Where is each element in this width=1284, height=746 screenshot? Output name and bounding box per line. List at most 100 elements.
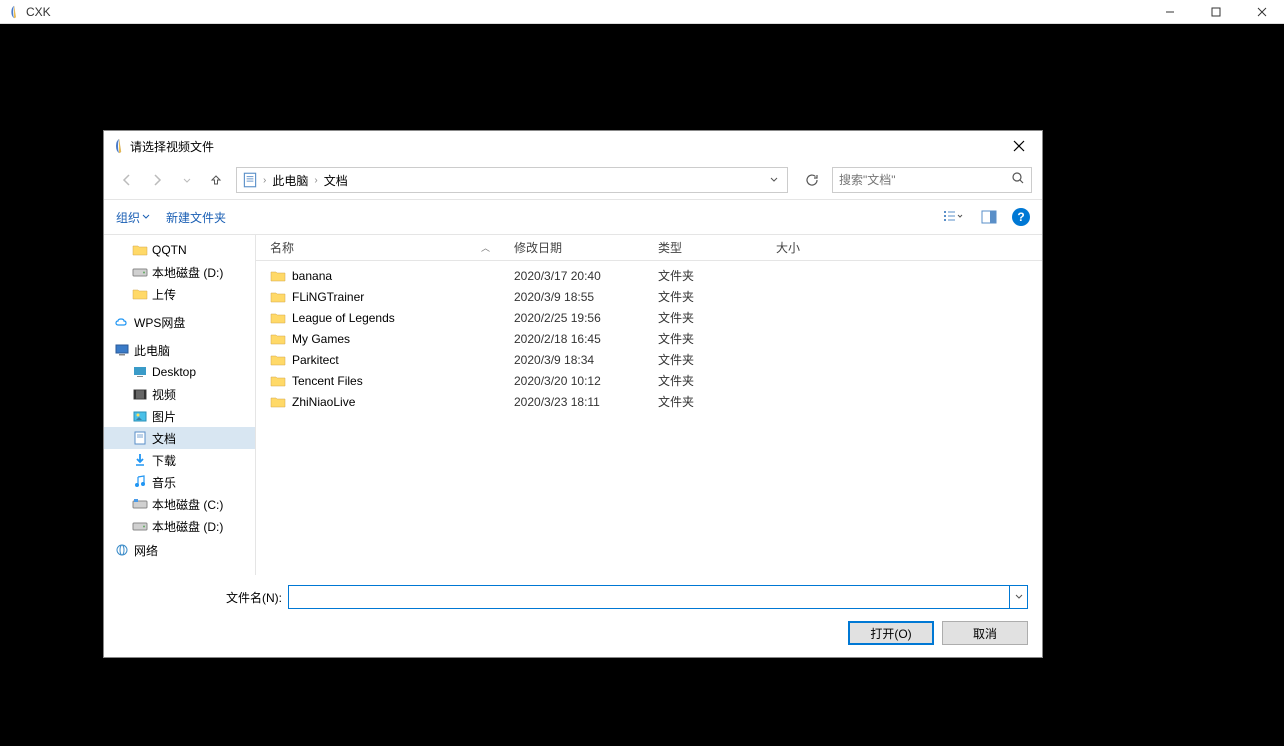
sidebar-item-desktop[interactable]: Desktop xyxy=(104,361,255,383)
breadcrumb-item[interactable]: 文档 xyxy=(320,170,352,191)
file-type: 文件夹 xyxy=(658,309,776,326)
file-type: 文件夹 xyxy=(658,267,776,284)
sidebar-item-music[interactable]: 音乐 xyxy=(104,471,255,493)
refresh-button[interactable] xyxy=(796,167,828,193)
folder-icon xyxy=(270,394,286,410)
app-title: CXK xyxy=(26,5,1156,19)
file-row[interactable]: League of Legends2020/2/25 19:56文件夹 xyxy=(256,307,1042,328)
file-row[interactable]: ZhiNiaoLive2020/3/23 18:11文件夹 xyxy=(256,391,1042,412)
search-icon[interactable] xyxy=(1011,171,1025,190)
file-row[interactable]: Tencent Files2020/3/20 10:12文件夹 xyxy=(256,370,1042,391)
folder-icon xyxy=(132,242,148,258)
folder-icon xyxy=(132,286,148,302)
chevron-right-icon: › xyxy=(314,175,317,186)
search-input[interactable] xyxy=(839,173,1011,187)
view-mode-button[interactable] xyxy=(940,205,966,229)
sidebar-item[interactable]: QQTN xyxy=(104,239,255,261)
dialog-icon xyxy=(112,138,126,154)
folder-icon xyxy=(270,268,286,284)
file-name: ZhiNiaoLive xyxy=(292,395,514,409)
file-date: 2020/2/25 19:56 xyxy=(514,311,658,325)
disk-icon xyxy=(132,264,148,280)
new-folder-button[interactable]: 新建文件夹 xyxy=(166,209,226,226)
breadcrumb-item[interactable]: 此电脑 xyxy=(268,170,312,191)
minimize-button[interactable] xyxy=(1156,2,1184,22)
navigation-sidebar[interactable]: QQTN 本地磁盘 (D:) 上传 WPS网盘 此电脑 Desktop 视频 图… xyxy=(104,235,256,575)
folder-icon xyxy=(270,289,286,305)
file-name: Parkitect xyxy=(292,353,514,367)
organize-button[interactable]: 组织 xyxy=(116,209,150,226)
sidebar-item-disk-d[interactable]: 本地磁盘 (D:) xyxy=(104,515,255,537)
file-row[interactable]: My Games2020/2/18 16:45文件夹 xyxy=(256,328,1042,349)
column-header-date[interactable]: 修改日期 xyxy=(514,239,658,256)
document-icon xyxy=(132,430,148,446)
help-button[interactable]: ? xyxy=(1012,208,1030,226)
disk-icon xyxy=(132,518,148,534)
file-name: Tencent Files xyxy=(292,374,514,388)
video-icon xyxy=(132,386,148,402)
file-name: banana xyxy=(292,269,514,283)
sidebar-item[interactable]: 本地磁盘 (D:) xyxy=(104,261,255,283)
file-date: 2020/3/23 18:11 xyxy=(514,395,658,409)
download-icon xyxy=(132,452,148,468)
file-type: 文件夹 xyxy=(658,351,776,368)
sidebar-item-pictures[interactable]: 图片 xyxy=(104,405,255,427)
sidebar-item-network[interactable]: 网络 xyxy=(104,543,255,557)
open-button[interactable]: 打开(O) xyxy=(848,621,934,645)
filename-input[interactable] xyxy=(288,585,1010,609)
preview-pane-button[interactable] xyxy=(976,205,1002,229)
column-header-size[interactable]: 大小 xyxy=(776,239,856,256)
folder-icon xyxy=(270,331,286,347)
filename-dropdown[interactable] xyxy=(1010,585,1028,609)
sort-indicator-icon: ︿ xyxy=(481,241,490,254)
maximize-button[interactable] xyxy=(1202,2,1230,22)
cancel-button[interactable]: 取消 xyxy=(942,621,1028,645)
chevron-right-icon: › xyxy=(263,175,266,186)
file-name: FLiNGTrainer xyxy=(292,290,514,304)
file-date: 2020/3/9 18:34 xyxy=(514,353,658,367)
dialog-footer: 文件名(N): 打开(O) 取消 xyxy=(104,575,1042,657)
sidebar-item-videos[interactable]: 视频 xyxy=(104,383,255,405)
column-header-type[interactable]: 类型 xyxy=(658,239,776,256)
file-date: 2020/3/20 10:12 xyxy=(514,374,658,388)
nav-back-button[interactable] xyxy=(114,167,140,193)
folder-icon xyxy=(270,352,286,368)
column-header-name[interactable]: 名称︿ xyxy=(256,239,514,256)
desktop-icon xyxy=(132,364,148,380)
filename-label: 文件名(N): xyxy=(226,589,282,606)
app-icon xyxy=(8,5,20,19)
disk-icon xyxy=(132,496,148,512)
file-list-body[interactable]: banana2020/3/17 20:40文件夹FLiNGTrainer2020… xyxy=(256,261,1042,575)
sidebar-item-disk-c[interactable]: 本地磁盘 (C:) xyxy=(104,493,255,515)
dialog-close-button[interactable] xyxy=(1004,131,1034,161)
file-type: 文件夹 xyxy=(658,330,776,347)
folder-icon xyxy=(270,310,286,326)
nav-recent-dropdown[interactable] xyxy=(174,167,200,193)
file-date: 2020/3/9 18:55 xyxy=(514,290,658,304)
search-box[interactable] xyxy=(832,167,1032,193)
picture-icon xyxy=(132,408,148,424)
pc-icon xyxy=(114,342,130,358)
file-row[interactable]: banana2020/3/17 20:40文件夹 xyxy=(256,265,1042,286)
file-type: 文件夹 xyxy=(658,288,776,305)
address-bar[interactable]: › 此电脑 › 文档 xyxy=(236,167,788,193)
file-name: My Games xyxy=(292,332,514,346)
chevron-down-icon xyxy=(142,213,150,221)
file-row[interactable]: FLiNGTrainer2020/3/9 18:55文件夹 xyxy=(256,286,1042,307)
sidebar-item[interactable]: 上传 xyxy=(104,283,255,305)
close-button[interactable] xyxy=(1248,2,1276,22)
nav-forward-button[interactable] xyxy=(144,167,170,193)
toolbar: 组织 新建文件夹 ? xyxy=(104,199,1042,235)
sidebar-item-wps[interactable]: WPS网盘 xyxy=(104,311,255,333)
file-list: 名称︿ 修改日期 类型 大小 banana2020/3/17 20:40文件夹F… xyxy=(256,235,1042,575)
sidebar-item-downloads[interactable]: 下载 xyxy=(104,449,255,471)
dialog-body: QQTN 本地磁盘 (D:) 上传 WPS网盘 此电脑 Desktop 视频 图… xyxy=(104,235,1042,575)
main-area: 请选择视频文件 › 此电脑 › 文档 xyxy=(0,24,1284,746)
sidebar-item-documents[interactable]: 文档 xyxy=(104,427,255,449)
sidebar-item-pc[interactable]: 此电脑 xyxy=(104,339,255,361)
address-dropdown[interactable] xyxy=(765,174,783,187)
document-icon xyxy=(241,171,259,189)
nav-up-button[interactable] xyxy=(204,168,228,192)
file-type: 文件夹 xyxy=(658,393,776,410)
file-row[interactable]: Parkitect2020/3/9 18:34文件夹 xyxy=(256,349,1042,370)
